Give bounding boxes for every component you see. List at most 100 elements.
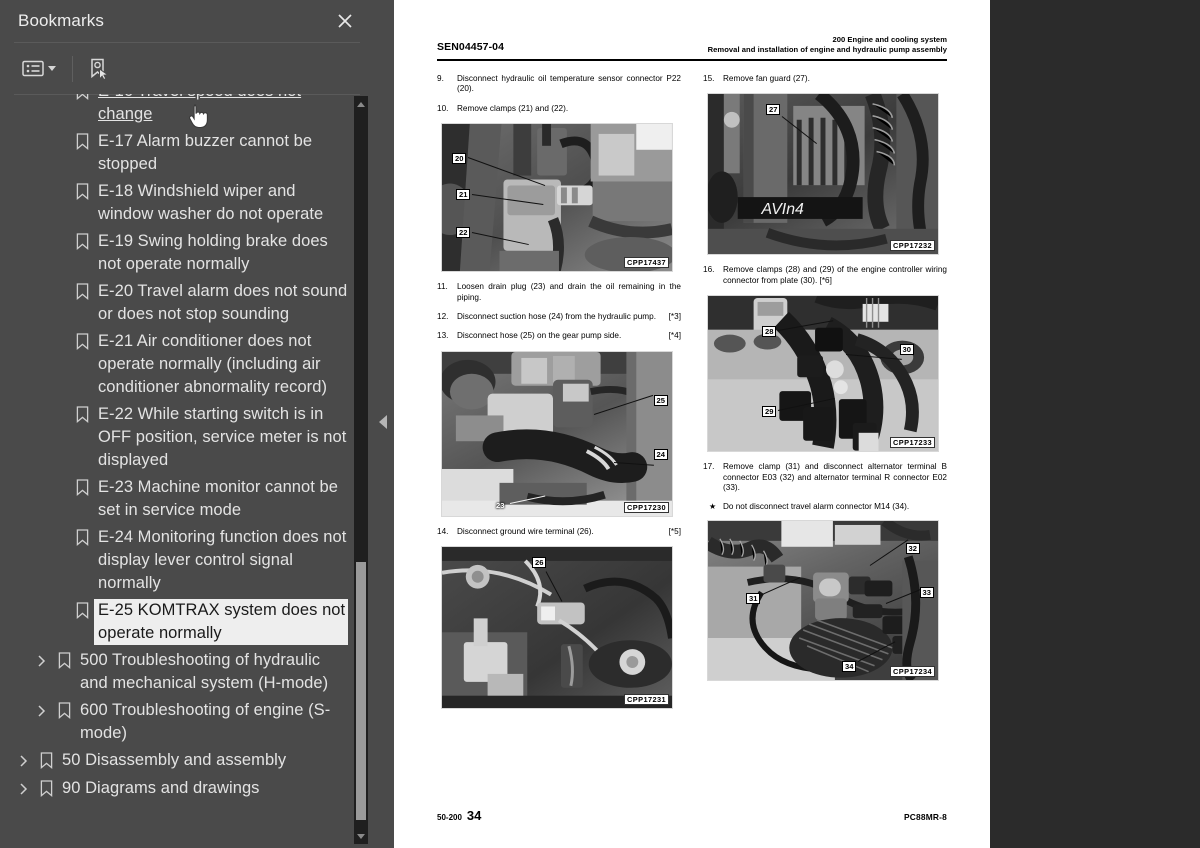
figure-cpp17233: 28 30 29 CPP17233 [707, 295, 939, 453]
bookmarks-panel: Bookmarks change E-17 Alarm buzzer canno… [0, 0, 372, 848]
figure-code: CPP17230 [624, 501, 669, 513]
bookmark-icon [70, 180, 94, 204]
bookmark-item[interactable]: E-19 Swing holding brake does not operat… [0, 228, 372, 278]
step-15: 15. Remove fan guard (27). [703, 74, 947, 84]
bookmark-item[interactable]: E-24 Monitoring function does not displa… [0, 524, 372, 597]
figure-cpp17230: 25 24 23 CPP17230 [441, 350, 673, 517]
bookmark-item-label: 500 Troubleshooting of hydraulic and mec… [80, 651, 329, 692]
chevron-right-icon[interactable] [30, 699, 52, 723]
step-16: 16. Remove clamps (28) and (29) of the e… [703, 265, 947, 286]
document-header: SEN04457-04 200 Engine and cooling syste… [437, 33, 947, 61]
bookmark-item-label: E-23 Machine monitor cannot be set in se… [98, 478, 338, 519]
step-number: 13. [437, 331, 449, 341]
bookmark-item-label: E-25 KOMTRAX system does not operate nor… [94, 599, 348, 645]
bookmark-icon [70, 230, 94, 254]
step-number: 12. [437, 312, 449, 322]
scrollbar-thumb[interactable] [356, 562, 366, 820]
collapse-panel-arrow-icon[interactable] [379, 415, 387, 429]
scroll-down-arrow-icon[interactable] [354, 828, 368, 844]
step-ref: [*3] [668, 312, 681, 322]
bookmark-item[interactable]: E-23 Machine monitor cannot be set in se… [0, 474, 372, 524]
bookmark-pointer-icon[interactable] [81, 52, 117, 86]
callout-29: 29 [762, 406, 777, 418]
bookmark-item[interactable]: E-16 Travel speed does not change [0, 94, 372, 128]
footer-model: PC88MR-8 [903, 812, 947, 822]
step-text: Remove clamp (31) and disconnect alterna… [723, 462, 947, 493]
bookmarks-panel-title: Bookmarks [18, 11, 104, 30]
callout-32: 32 [905, 542, 920, 554]
step-number: 17. [703, 462, 715, 472]
note-marker-icon: ★ [709, 502, 717, 512]
pdf-page: SEN04457-04 200 Engine and cooling syste… [394, 0, 990, 848]
bookmark-item[interactable]: E-22 While starting switch is in OFF pos… [0, 401, 372, 474]
step-12: 12. Disconnect suction hose (24) from th… [437, 312, 681, 322]
bookmark-item[interactable]: 50 Disassembly and assembly [0, 747, 372, 775]
left-column: 9. Disconnect hydraulic oil temperature … [437, 74, 681, 719]
bookmark-item-label: 600 Troubleshooting of engine (S-mode) [80, 701, 331, 742]
chevron-right-icon[interactable] [30, 649, 52, 673]
bookmark-item[interactable]: 500 Troubleshooting of hydraulic and mec… [0, 647, 372, 697]
step-text: Disconnect suction hose (24) from the hy… [457, 312, 681, 322]
document-subsection-title: Removal and installation of engine and h… [707, 44, 947, 54]
callout-22: 22 [456, 227, 471, 239]
bookmark-item[interactable]: E-20 Travel alarm does not sound or does… [0, 278, 372, 328]
bookmarks-list: E-16 Travel speed does not change E-17 Al… [0, 94, 372, 823]
bookmark-item[interactable]: E-17 Alarm buzzer cannot be stopped [0, 128, 372, 178]
bookmark-item-label: E-19 Swing holding brake does not operat… [98, 232, 328, 273]
callout-28: 28 [762, 326, 777, 338]
callout-27: 27 [766, 104, 781, 116]
step-text: Remove clamps (21) and (22). [457, 103, 569, 113]
footer-page-number: 34 [466, 808, 482, 823]
chevron-right-icon[interactable] [12, 749, 34, 773]
bookmark-item[interactable]: E-18 Windshield wiper and window washer … [0, 178, 372, 228]
toolbar-separator [72, 55, 73, 82]
figure-cpp17437: 20 21 22 CPP17437 [441, 123, 673, 273]
close-icon[interactable] [332, 8, 358, 34]
step-ref: [*4] [668, 331, 681, 341]
figure-image [708, 520, 938, 680]
figure-image [442, 124, 672, 272]
bookmark-icon [70, 94, 94, 104]
callout-33: 33 [919, 586, 934, 598]
figure-cpp17232: AVIn4 27 CPP17232 [707, 93, 939, 256]
bookmarks-toolbar [0, 43, 372, 94]
step-number: 15. [703, 74, 715, 83]
panel-gutter [372, 0, 394, 848]
bookmark-item-label: E-16 Travel speed does not change [98, 94, 301, 123]
step-text: Remove clamps (28) and (29) of the engin… [723, 265, 947, 285]
step-10: 10. Remove clamps (21) and (22). [437, 104, 681, 114]
callout-24: 24 [653, 448, 668, 460]
bookmark-item-label: E-18 Windshield wiper and window washer … [98, 182, 324, 223]
bookmark-item-label: 90 Diagrams and drawings [62, 779, 260, 797]
step-17-note: ★ Do not disconnect travel alarm connect… [703, 502, 947, 512]
bookmark-icon [70, 526, 94, 550]
note-text: Do not disconnect travel alarm connector… [723, 502, 910, 512]
scroll-up-arrow-icon[interactable] [354, 96, 368, 112]
chevron-right-icon[interactable] [12, 777, 34, 801]
bookmark-item[interactable]: E-25 KOMTRAX system does not operate nor… [0, 597, 372, 647]
bookmark-item[interactable]: E-21 Air conditioner does not operate no… [0, 328, 372, 401]
pdf-page-viewer: SEN04457-04 200 Engine and cooling syste… [394, 0, 1200, 848]
bookmark-icon [34, 749, 58, 773]
step-11: 11. Loosen drain plug (23) and drain the… [437, 282, 681, 303]
document-footer: 50-200 34 PC88MR-8 [437, 805, 947, 823]
step-ref: [*5] [668, 526, 681, 536]
bookmark-icon [70, 476, 94, 500]
bookmark-item[interactable]: 90 Diagrams and drawings [0, 775, 372, 803]
step-body: Disconnect ground wire terminal (26). [457, 526, 594, 536]
list-options-icon[interactable] [14, 52, 64, 86]
figure-code: CPP17437 [624, 257, 669, 269]
bookmark-icon [34, 777, 58, 801]
bookmark-icon [52, 649, 76, 673]
callout-25: 25 [653, 394, 668, 406]
callout-23: 23 [496, 500, 505, 510]
step-number: 16. [703, 265, 715, 275]
step-13: 13. Disconnect hose (25) on the gear pum… [437, 331, 681, 341]
bookmarks-scrollbar[interactable] [354, 96, 368, 844]
step-9: 9. Disconnect hydraulic oil temperature … [437, 74, 681, 95]
chevron-down-icon [48, 66, 56, 71]
bookmark-item[interactable]: 600 Troubleshooting of engine (S-mode) [0, 697, 372, 747]
figure-code: CPP17234 [890, 665, 935, 677]
bookmark-item-label: E-22 While starting switch is in OFF pos… [98, 405, 347, 469]
figure-cpp17231: 26 CPP17231 [441, 546, 673, 710]
